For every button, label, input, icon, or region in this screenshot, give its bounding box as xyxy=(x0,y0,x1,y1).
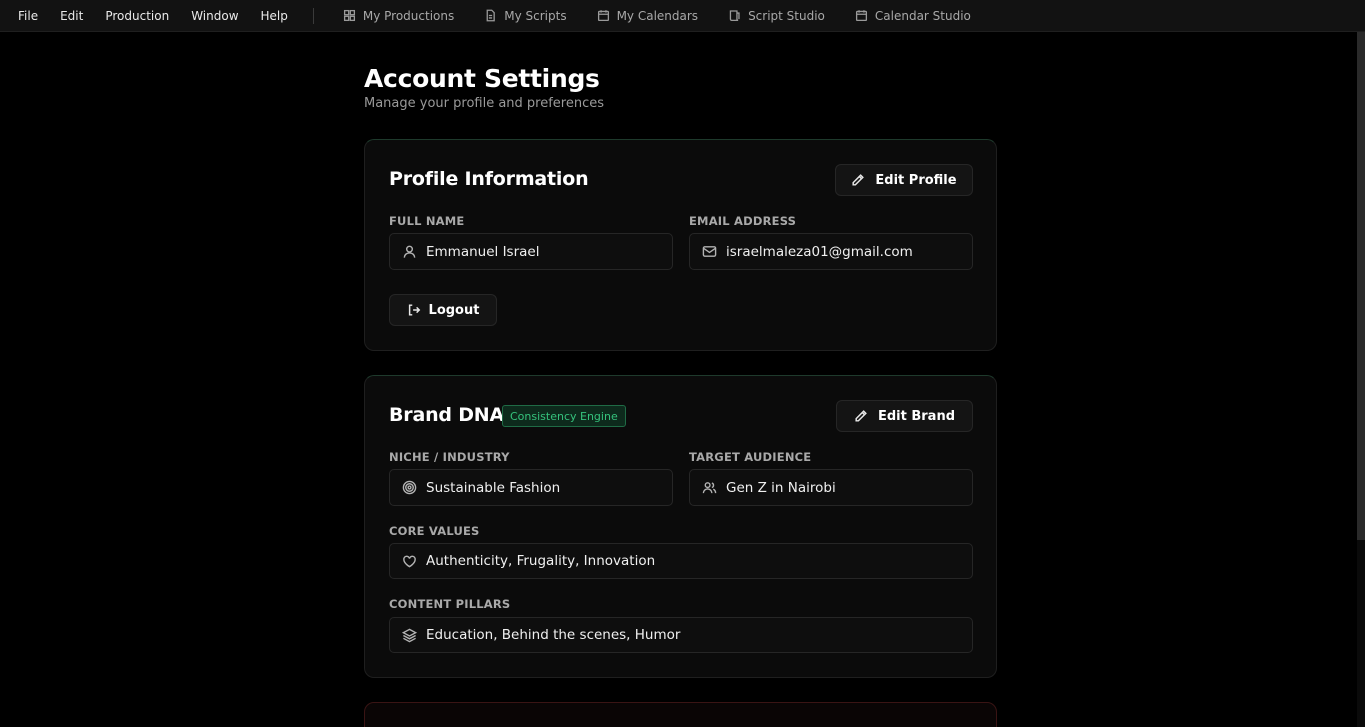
email-label: EMAIL ADDRESS xyxy=(689,214,797,228)
core-values-label: CORE VALUES xyxy=(389,524,480,538)
pencil-icon xyxy=(852,174,865,186)
menu-file[interactable]: File xyxy=(0,0,49,32)
nav-my-scripts[interactable]: My Scripts xyxy=(469,0,581,32)
full-name-label: FULL NAME xyxy=(389,214,465,228)
mail-icon xyxy=(702,246,717,257)
audience-value: Gen Z in Nairobi xyxy=(726,479,836,496)
niche-label: NICHE / INDUSTRY xyxy=(389,450,510,464)
nav-label: Calendar Studio xyxy=(874,8,971,23)
niche-value: Sustainable Fashion xyxy=(426,479,561,496)
nav-label: My Calendars xyxy=(616,8,699,23)
audience-field[interactable]: Gen Z in Nairobi xyxy=(689,469,973,506)
edit-brand-label: Edit Brand xyxy=(877,408,956,424)
core-values-value: Authenticity, Frugality, Innovation xyxy=(426,553,656,569)
grid-icon xyxy=(343,9,355,22)
content-pillars-value: Education, Behind the scenes, Humor xyxy=(426,627,681,643)
profile-card: Profile Information Edit Profile FULL NA… xyxy=(364,139,997,351)
page-subtitle: Manage your profile and preferences xyxy=(364,96,605,111)
email-field[interactable]: israelmaleza01@gmail.com xyxy=(689,233,973,270)
consistency-engine-badge: Consistency Engine xyxy=(502,405,626,427)
nav-my-productions[interactable]: My Productions xyxy=(328,0,469,32)
full-name-field[interactable]: Emmanuel Israel xyxy=(389,233,673,270)
danger-zone-card xyxy=(364,702,997,727)
logout-button[interactable]: Logout xyxy=(389,294,497,326)
scrollbar-thumb[interactable] xyxy=(1357,32,1365,540)
nav-script-studio[interactable]: Script Studio xyxy=(713,0,840,32)
user-icon xyxy=(403,245,416,258)
menu-help[interactable]: Help xyxy=(250,0,299,32)
nav-my-calendars[interactable]: My Calendars xyxy=(582,0,713,32)
menu-divider xyxy=(312,7,314,24)
layers-icon xyxy=(402,628,417,642)
nav-calendar-studio[interactable]: Calendar Studio xyxy=(840,0,986,32)
logout-label: Logout xyxy=(428,302,480,318)
heart-icon xyxy=(403,555,416,567)
users-icon xyxy=(702,482,717,494)
edit-profile-button[interactable]: Edit Profile xyxy=(835,164,973,196)
document-icon xyxy=(486,9,496,22)
profile-title: Profile Information xyxy=(389,168,589,190)
menu-edit[interactable]: Edit xyxy=(49,0,94,32)
menu-production[interactable]: Production xyxy=(94,0,180,32)
pencil-icon xyxy=(855,410,867,422)
logout-icon xyxy=(408,304,420,316)
niche-field[interactable]: Sustainable Fashion xyxy=(389,469,673,506)
menu-bar: File Edit Production Window Help My Prod… xyxy=(0,0,1365,32)
script-icon xyxy=(729,10,740,22)
brand-dna-card: Brand DNA Consistency Engine Edit Brand … xyxy=(364,375,997,678)
calendar-icon xyxy=(597,10,609,22)
nav-label: Script Studio xyxy=(748,8,825,23)
edit-profile-label: Edit Profile xyxy=(875,172,957,188)
content-pillars-field[interactable]: Education, Behind the scenes, Humor xyxy=(389,617,973,653)
full-name-value: Emmanuel Israel xyxy=(426,243,540,260)
edit-brand-button[interactable]: Edit Brand xyxy=(836,400,973,432)
page-title: Account Settings xyxy=(364,64,600,93)
audience-label: TARGET AUDIENCE xyxy=(689,450,812,464)
core-values-field[interactable]: Authenticity, Frugality, Innovation xyxy=(389,543,973,579)
calendar-icon xyxy=(855,10,867,22)
content-pillars-label: CONTENT PILLARS xyxy=(389,597,511,611)
email-value: israelmaleza01@gmail.com xyxy=(726,243,913,260)
nav-label: My Productions xyxy=(362,8,455,23)
brand-title: Brand DNA xyxy=(389,404,504,426)
target-icon xyxy=(402,480,417,495)
nav-label: My Scripts xyxy=(504,8,567,23)
menu-window[interactable]: Window xyxy=(180,0,249,32)
